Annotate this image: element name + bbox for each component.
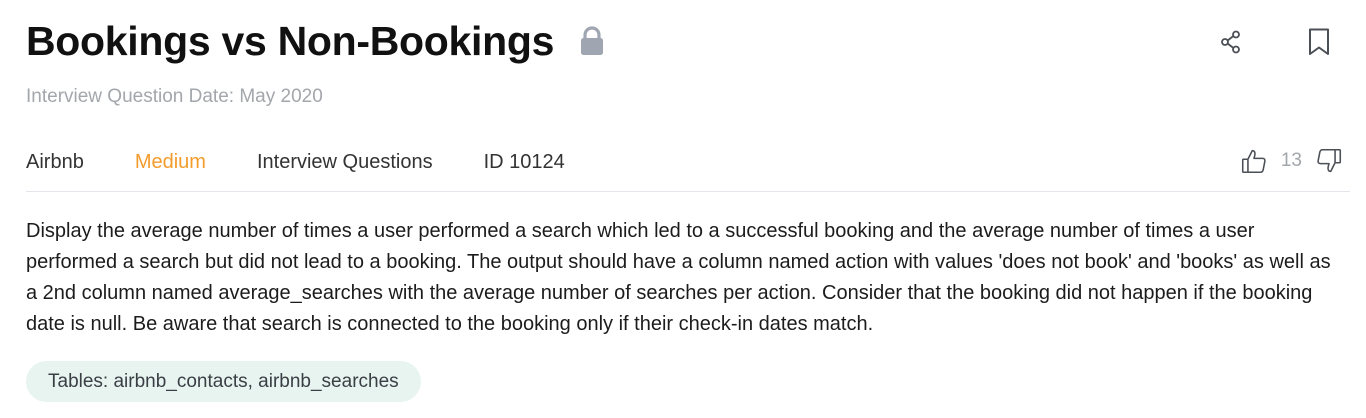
- thumbs-up-icon: [1241, 149, 1266, 174]
- question-date: Interview Question Date: May 2020: [26, 86, 323, 107]
- divider: [26, 191, 1350, 192]
- question-meta: Airbnb Medium Interview Questions ID 101…: [26, 151, 616, 174]
- share-button[interactable]: [1218, 28, 1244, 56]
- bookmark-button[interactable]: [1306, 28, 1332, 56]
- downvote-button[interactable]: [1316, 147, 1342, 175]
- vote-count: 13: [1280, 150, 1302, 171]
- page-title: Bookings vs Non-Bookings: [26, 18, 555, 64]
- difficulty-badge[interactable]: Medium: [135, 151, 206, 174]
- thumbs-down-icon: [1317, 148, 1342, 173]
- category-link[interactable]: Interview Questions: [257, 151, 433, 174]
- company-link[interactable]: Airbnb: [26, 151, 84, 174]
- vote-controls: 13: [1241, 147, 1342, 175]
- upvote-button[interactable]: [1241, 147, 1267, 175]
- title-row: Bookings vs Non-Bookings: [26, 16, 604, 66]
- tables-badge: Tables: airbnb_contacts, airbnb_searches: [26, 361, 421, 402]
- lock-icon: [580, 26, 604, 56]
- share-icon: [1221, 30, 1240, 54]
- question-id: ID 10124: [483, 151, 565, 173]
- bookmark-icon: [1309, 28, 1329, 55]
- header-actions: [1218, 28, 1332, 56]
- question-description: Display the average number of times a us…: [26, 220, 1331, 335]
